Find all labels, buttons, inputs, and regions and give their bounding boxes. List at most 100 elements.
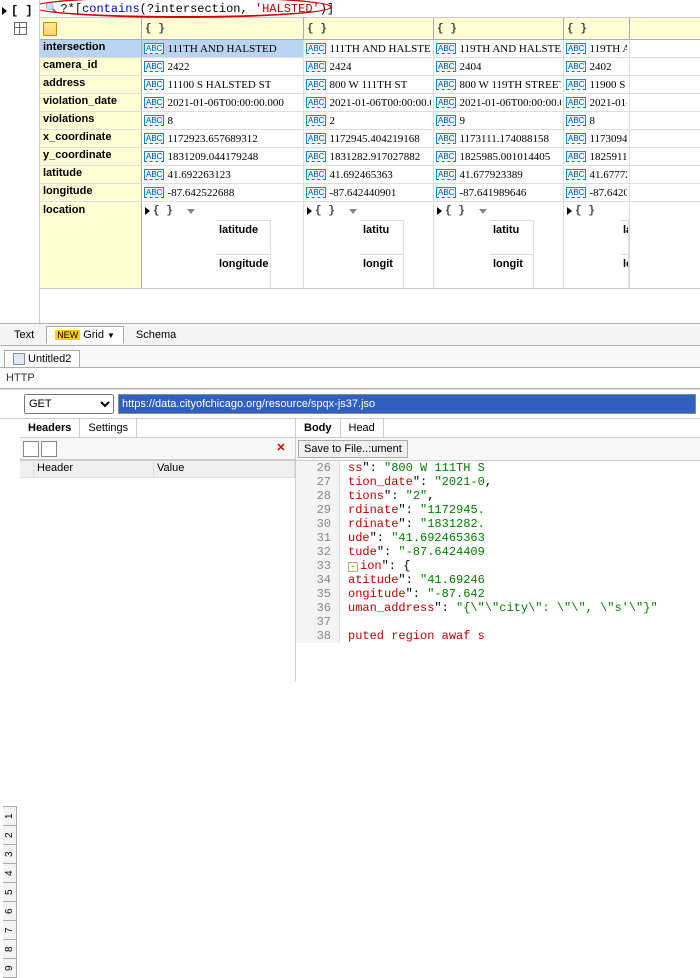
toolbar-icon[interactable] [23, 441, 39, 457]
type-tag-icon: ABC [566, 79, 586, 90]
cell[interactable]: ABC2021-01-06T00:00:00.000 [304, 94, 434, 111]
search-icon: 🔍 [45, 3, 57, 14]
tab-head[interactable]: Head [341, 419, 384, 437]
code-line: 31ude": "41.692465363 [296, 531, 700, 545]
side-tab-8[interactable]: 8 [3, 939, 17, 959]
tab-body[interactable]: Body [296, 419, 341, 437]
triangle-down-icon[interactable] [479, 209, 487, 214]
grid-header-row: { } { } { } { } [40, 18, 700, 40]
headers-col-header[interactable]: Header [34, 461, 154, 477]
cell[interactable]: ABC2424 [304, 58, 434, 75]
cell[interactable]: ABC111TH AND HALSTED [142, 40, 304, 57]
file-tab-untitled2[interactable]: Untitled2 [4, 350, 80, 367]
side-tab-3[interactable]: 3 [3, 844, 17, 864]
cell[interactable]: ABC1173094.7 [564, 130, 630, 147]
cell[interactable]: ABC-87.641989646 [434, 184, 564, 201]
header-col-3[interactable]: { } [564, 18, 630, 39]
cell[interactable]: ABC111TH AND HALSTED [304, 40, 434, 57]
type-tag-icon: ABC [436, 133, 456, 144]
headers-col-blank[interactable] [20, 461, 34, 477]
side-tab-4[interactable]: 4 [3, 863, 17, 883]
triangle-down-icon[interactable] [349, 209, 357, 214]
cell[interactable]: ABC119TH AND HALSTED [434, 40, 564, 57]
cell[interactable]: ABC1831282.917027882 [304, 148, 434, 165]
side-tab-1[interactable]: 1 [3, 806, 17, 826]
toolbar-icon[interactable] [41, 441, 57, 457]
triangle-down-icon[interactable] [187, 209, 195, 214]
line-number: 30 [296, 517, 340, 531]
side-tab-5[interactable]: 5 [3, 882, 17, 902]
cell[interactable]: ABC800 W 111TH ST [304, 76, 434, 93]
cell[interactable]: ABC2402 [564, 58, 630, 75]
http-method-select[interactable]: GET [24, 394, 114, 414]
cell[interactable]: ABC1831209.044179248 [142, 148, 304, 165]
triangle-right-icon[interactable] [307, 207, 312, 215]
cell[interactable]: ABC-87.642440901 [304, 184, 434, 201]
cell[interactable]: ABC2 [304, 112, 434, 129]
http-url-input[interactable] [118, 394, 696, 414]
cell[interactable]: ABC-87.64205 [564, 184, 630, 201]
tab-schema[interactable]: Schema [128, 327, 184, 343]
tree-root[interactable]: [ ] [2, 4, 37, 18]
cell[interactable]: ABC41.67772( [564, 166, 630, 183]
cell[interactable]: ABC11900 S H [564, 76, 630, 93]
code-line: 26ss": "800 W 111TH S [296, 461, 700, 475]
cell[interactable]: ABC41.677923389 [434, 166, 564, 183]
location-col-1: { } latitu longit [304, 202, 434, 288]
triangle-right-icon[interactable] [437, 207, 442, 215]
tab-text[interactable]: Text [6, 327, 42, 343]
type-tag-icon: ABC [144, 169, 164, 180]
cell[interactable]: ABC1172923.657689312 [142, 130, 304, 147]
triangle-right-icon[interactable] [567, 207, 572, 215]
cell[interactable]: ABC11100 S HALSTED ST [142, 76, 304, 93]
side-tab-7[interactable]: 7 [3, 920, 17, 940]
cell[interactable]: ABC119TH AN [564, 40, 630, 57]
cell-value: 2 [329, 115, 335, 127]
cell[interactable]: ABC2422 [142, 58, 304, 75]
type-tag-icon: ABC [436, 79, 456, 90]
side-tab-6[interactable]: 6 [3, 901, 17, 921]
type-tag-icon: ABC [306, 187, 326, 198]
cell[interactable]: ABC41.692263123 [142, 166, 304, 183]
cell[interactable]: ABC9 [434, 112, 564, 129]
line-number: 35 [296, 587, 340, 601]
cell[interactable]: ABC41.692465363 [304, 166, 434, 183]
tab-settings[interactable]: Settings [80, 419, 137, 437]
cell[interactable]: ABC1825911.0 [564, 148, 630, 165]
header-col-2[interactable]: { } [434, 18, 564, 39]
code-line: 29rdinate": "1172945. [296, 503, 700, 517]
cell[interactable]: ABC8 [564, 112, 630, 129]
tab-headers[interactable]: Headers [20, 419, 80, 437]
side-tab-9[interactable]: 9 [3, 958, 17, 978]
close-icon[interactable]: ✕ [272, 441, 290, 457]
cell-value: 119TH AN [589, 43, 627, 55]
triangle-right-icon[interactable] [145, 207, 150, 215]
cell[interactable]: ABC1825985.001014405 [434, 148, 564, 165]
fold-icon[interactable]: - [348, 562, 358, 572]
header-col-1[interactable]: { } [304, 18, 434, 39]
cell[interactable]: ABC-87.642522688 [142, 184, 304, 201]
headers-col-value[interactable]: Value [154, 461, 295, 477]
cell[interactable]: ABC2404 [434, 58, 564, 75]
cell-value: 1172945.404219168 [329, 133, 419, 145]
tab-grid[interactable]: NEWGrid▼ [46, 326, 124, 344]
cell[interactable]: ABC2021-01-06T00:00:00.000 [142, 94, 304, 111]
grid-icon[interactable] [14, 22, 27, 35]
cell-value: 2021-01-0 [589, 97, 627, 109]
row-name: latitude [40, 166, 142, 183]
response-code[interactable]: 26ss": "800 W 111TH S27tion_date": "2021… [296, 461, 700, 681]
header-col-0[interactable]: { } [142, 18, 304, 39]
cell[interactable]: ABC1173111.174088158 [434, 130, 564, 147]
type-tag-icon: ABC [144, 79, 164, 90]
save-to-file-button[interactable]: Save to File..:ument [298, 440, 408, 458]
cell-value: 2402 [589, 61, 611, 73]
cell[interactable]: ABC1172945.404219168 [304, 130, 434, 147]
header-name-col[interactable] [40, 18, 142, 39]
cell[interactable]: ABC8 [142, 112, 304, 129]
cell[interactable]: ABC2021-01-0 [564, 94, 630, 111]
side-tab-2[interactable]: 2 [3, 825, 17, 845]
filter-expression[interactable]: ?*[contains(?intersection, 'HALSTED')] [60, 2, 334, 16]
cell[interactable]: ABC800 W 119TH STREET [434, 76, 564, 93]
filter-bar[interactable]: 🔍 ?*[contains(?intersection, 'HALSTED')] [40, 0, 700, 18]
cell[interactable]: ABC2021-01-06T00:00:00.0 [434, 94, 564, 111]
